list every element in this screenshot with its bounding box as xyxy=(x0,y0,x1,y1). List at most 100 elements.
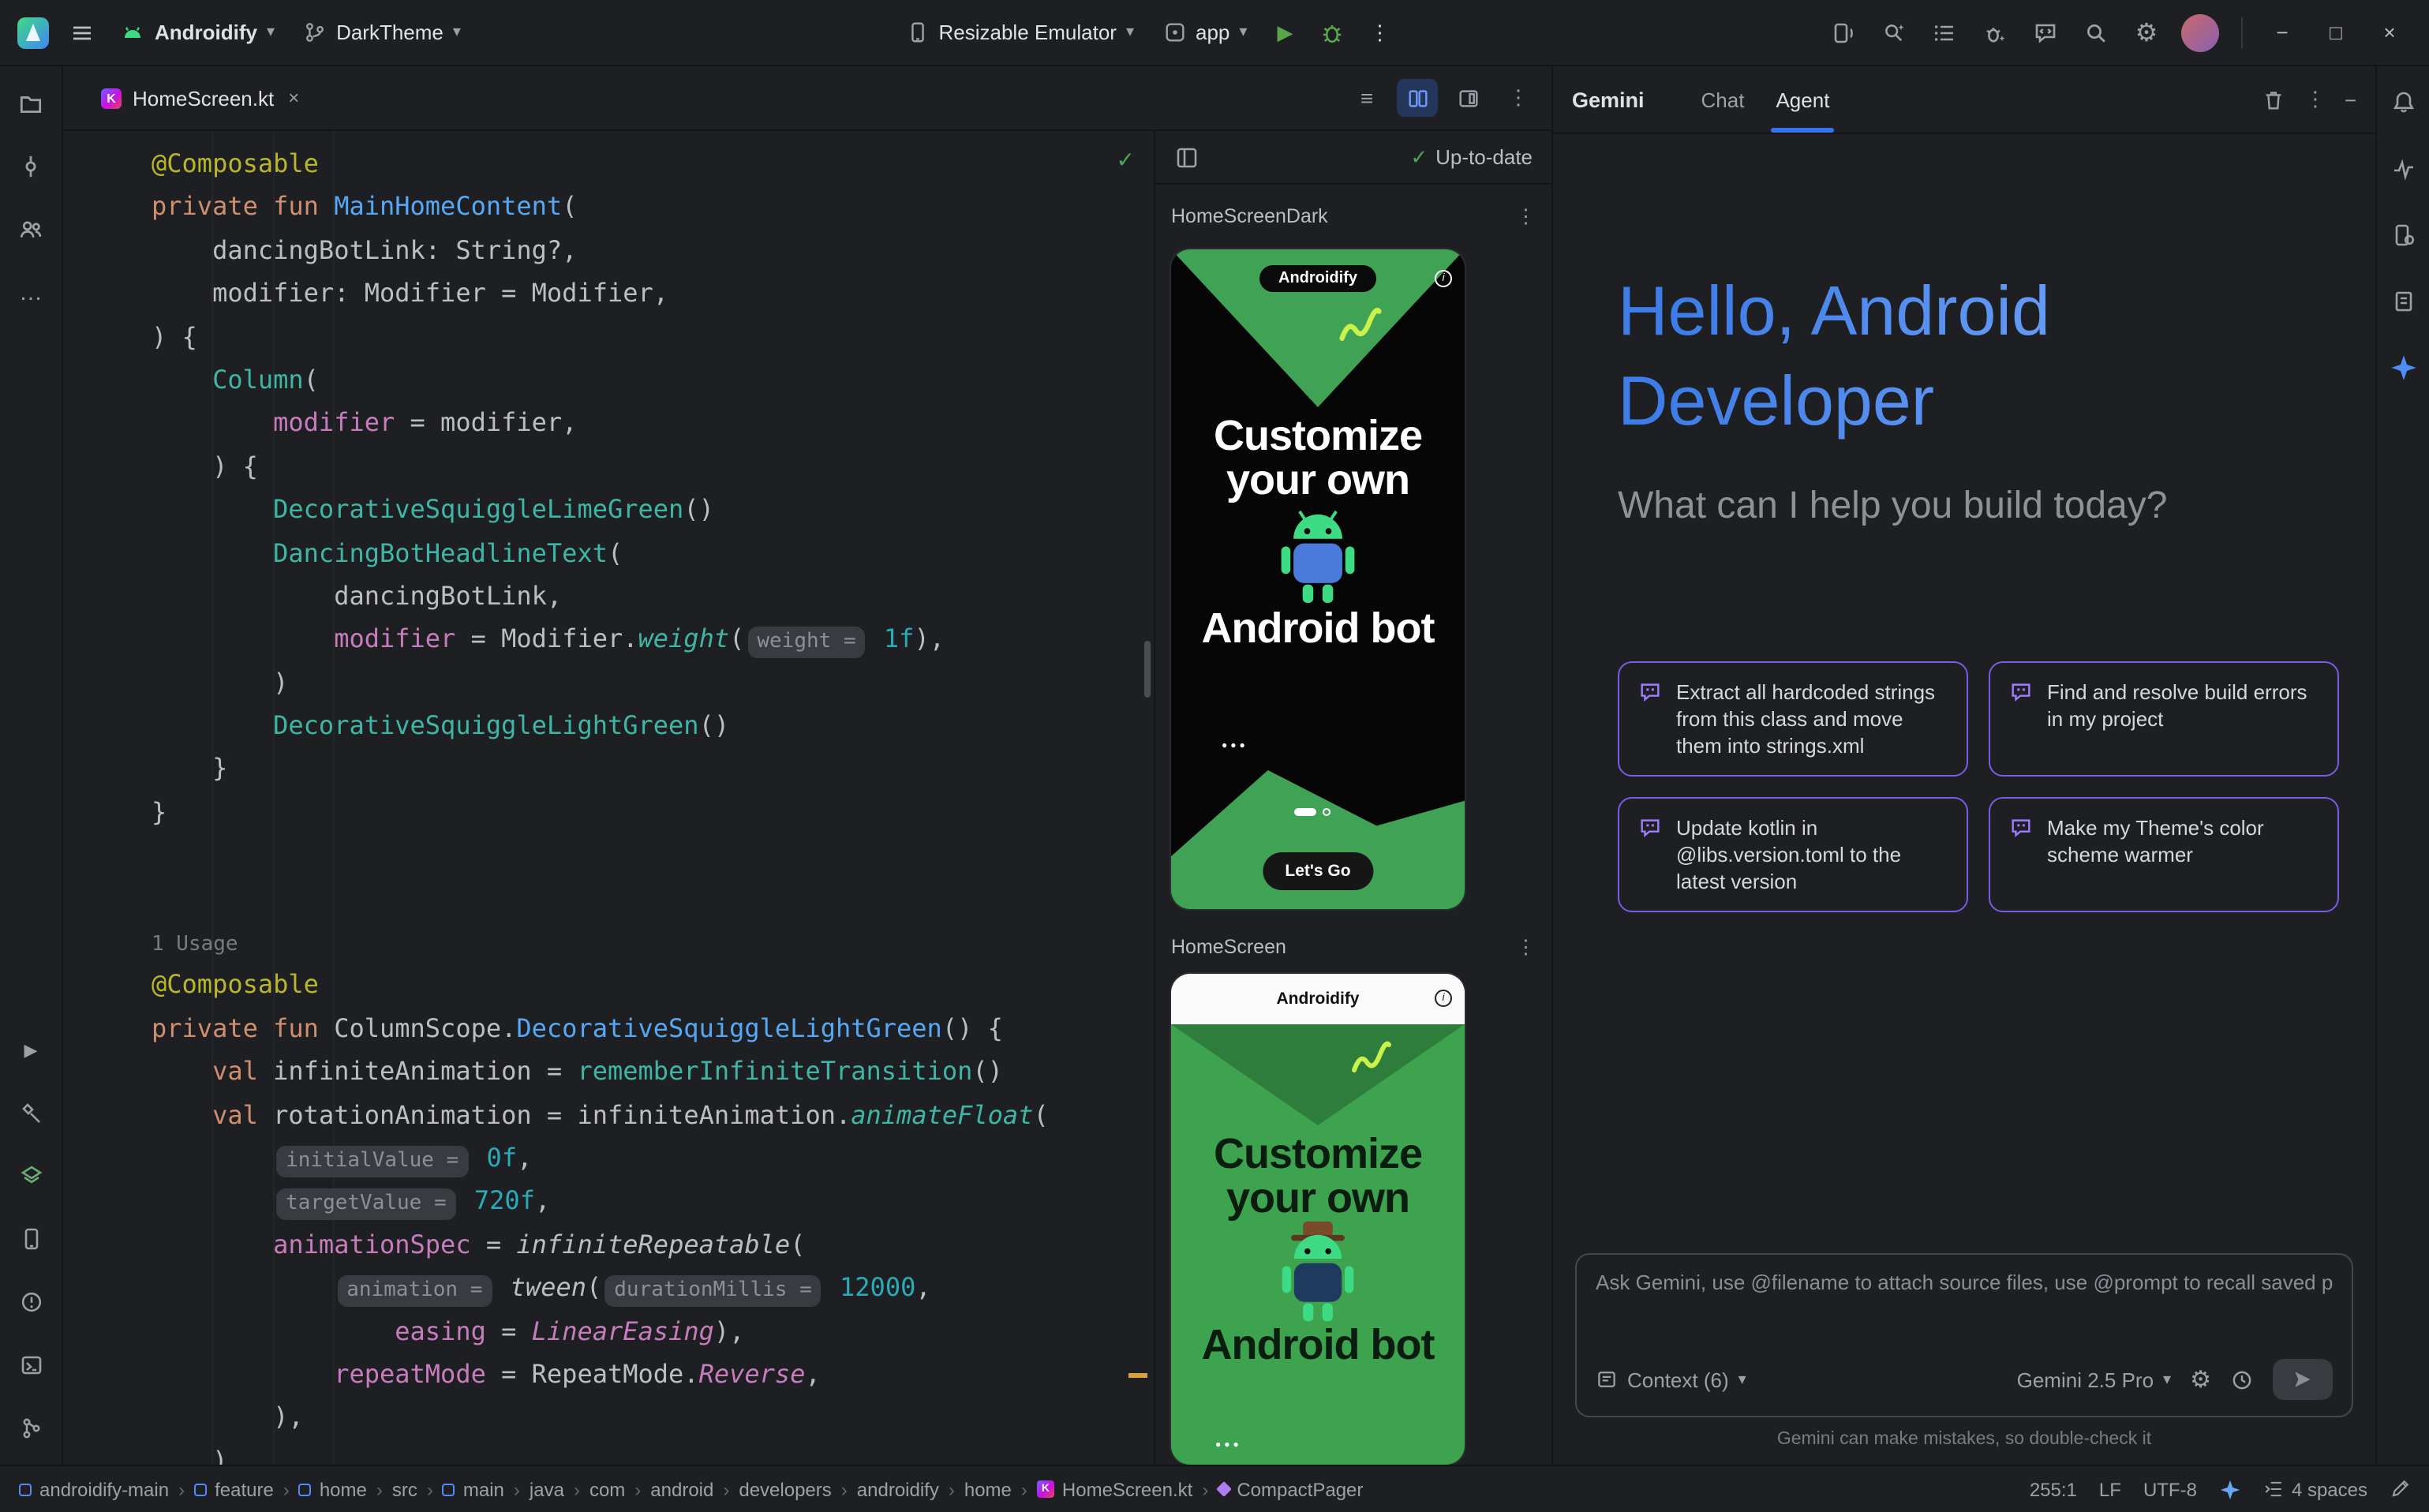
right-toolwindow-bar xyxy=(2375,66,2429,1465)
ai-search-button[interactable] xyxy=(1872,10,1916,54)
debug-button[interactable] xyxy=(1310,10,1354,54)
editor-view-toggles: ≡ ⋮ xyxy=(1346,79,1539,117)
terminal-tool-button[interactable] xyxy=(10,1345,51,1386)
breadcrumb-item[interactable]: home xyxy=(299,1478,367,1500)
edit-mode-icon[interactable] xyxy=(2390,1479,2410,1499)
suggestion-text: Make my Theme's color scheme warmer xyxy=(2047,814,2319,868)
preview-more-button[interactable]: ⋮ xyxy=(1516,934,1536,958)
split-view-button[interactable] xyxy=(1397,79,1438,117)
tab-close-icon[interactable]: × xyxy=(288,87,299,109)
window-minimize-button[interactable]: − xyxy=(2259,10,2306,54)
breadcrumb-item[interactable]: CompactPager xyxy=(1218,1478,1363,1500)
breadcrumb-item[interactable]: main xyxy=(443,1478,504,1500)
code-view-button[interactable]: ≡ xyxy=(1346,79,1387,117)
collaboration-tool-button[interactable] xyxy=(10,208,51,249)
breadcrumb-item[interactable]: com xyxy=(589,1478,625,1500)
tab-agent[interactable]: Agent xyxy=(1760,66,1845,133)
prompt-input[interactable]: Ask Gemini, use @filename to attach sour… xyxy=(1575,1253,2353,1417)
device-manager-tool-button[interactable] xyxy=(10,1218,51,1259)
phone-preview-light[interactable]: Androidify i Customizeyour own xyxy=(1171,974,1465,1465)
gemini-suggestion-card[interactable]: Make my Theme's color scheme warmer xyxy=(1989,797,2339,912)
more-run-actions-button[interactable]: ⋮ xyxy=(1357,10,1402,54)
problems-tool-button[interactable] xyxy=(10,1282,51,1323)
debug-assist-button[interactable] xyxy=(1973,10,2017,54)
breadcrumb-item[interactable]: KHomeScreen.kt xyxy=(1037,1478,1192,1500)
preview-layout-icon[interactable] xyxy=(1174,144,1200,170)
breadcrumb-item[interactable]: home xyxy=(964,1478,1012,1500)
device-selector[interactable]: Resizable Emulator ▾ xyxy=(893,14,1147,51)
project-tool-button[interactable] xyxy=(10,82,51,123)
model-label: Gemini 2.5 Pro xyxy=(2017,1368,2154,1391)
more-tools-button[interactable]: … xyxy=(10,271,51,313)
lets-go-button[interactable]: Let's Go xyxy=(1263,852,1372,890)
code-editor[interactable]: @Composableprivate fun MainHomeContent( … xyxy=(63,131,1154,1465)
profiler-button[interactable] xyxy=(2382,148,2423,189)
search-everywhere-button[interactable] xyxy=(2074,10,2118,54)
design-view-button[interactable] xyxy=(1447,79,1488,117)
history-clock-icon[interactable] xyxy=(2230,1368,2254,1391)
ai-spark-icon[interactable] xyxy=(2219,1478,2241,1500)
device-mirroring-button[interactable] xyxy=(1821,10,1866,54)
preview-more-button[interactable]: ⋮ xyxy=(1516,204,1536,227)
breadcrumb-item[interactable]: android xyxy=(650,1478,713,1500)
run-config-selector[interactable]: app ▾ xyxy=(1150,14,1259,51)
android-icon xyxy=(120,20,145,45)
gemini-suggestion-card[interactable]: Extract all hardcoded strings from this … xyxy=(1618,661,1968,777)
vcs-branch-selector[interactable]: DarkTheme ▾ xyxy=(290,14,473,51)
gemini-suggestion-card[interactable]: Update kotlin in @libs.version.toml to t… xyxy=(1618,797,1968,912)
gemini-suggestion-card[interactable]: Find and resolve build errors in my proj… xyxy=(1989,661,2339,777)
breadcrumb-item[interactable]: androidify xyxy=(857,1478,939,1500)
send-button[interactable] xyxy=(2273,1359,2333,1400)
context-chip[interactable]: Context (6) ▾ xyxy=(1596,1368,1746,1391)
editor-more-button[interactable]: ⋮ xyxy=(1498,79,1539,117)
panel-more-button[interactable]: ⋮ xyxy=(2305,87,2326,112)
indent-config[interactable]: 4 spaces xyxy=(2263,1478,2367,1500)
run-button[interactable]: ▶ xyxy=(1263,10,1307,54)
task-list-button[interactable] xyxy=(1922,10,1967,54)
tab-chat[interactable]: Chat xyxy=(1686,66,1761,133)
phone-icon xyxy=(18,1226,43,1252)
gemini-body: Hello, AndroidDeveloper What can I help … xyxy=(1553,134,2375,1465)
user-avatar[interactable] xyxy=(2181,13,2219,51)
editor-tab[interactable]: K HomeScreen.kt × xyxy=(85,66,315,129)
send-icon xyxy=(2292,1368,2314,1390)
logcat-button[interactable] xyxy=(2382,281,2423,322)
breadcrumb-item[interactable]: developers xyxy=(739,1478,831,1500)
run-tool-button[interactable]: ▶ xyxy=(10,1029,51,1070)
line-separator[interactable]: LF xyxy=(2099,1478,2121,1500)
gemini-tool-button[interactable] xyxy=(2382,347,2423,388)
hammer-icon xyxy=(18,1100,43,1125)
code-chat-button[interactable] xyxy=(2023,10,2068,54)
window-maximize-button[interactable]: □ xyxy=(2312,10,2360,54)
breadcrumb-label: src xyxy=(392,1478,417,1500)
caret-position[interactable]: 255:1 xyxy=(2030,1478,2077,1500)
build-tool-button[interactable] xyxy=(10,1092,51,1133)
suggestion-text: Update kotlin in @libs.version.toml to t… xyxy=(1676,814,1948,895)
window-close-button[interactable]: × xyxy=(2366,10,2413,54)
breadcrumb: androidify-main›feature›home›src›main›ja… xyxy=(19,1478,2030,1500)
version-control-tool-button[interactable] xyxy=(10,1408,51,1449)
inspections-status-icon[interactable]: ✓ xyxy=(1117,147,1135,174)
editor-scrollbar-thumb[interactable] xyxy=(1144,641,1151,698)
breadcrumb-item[interactable]: java xyxy=(530,1478,564,1500)
main-menu-button[interactable] xyxy=(60,10,104,54)
folder-icon xyxy=(17,89,44,116)
breadcrumb-item[interactable]: feature xyxy=(194,1478,274,1500)
breadcrumb-item[interactable]: androidify-main xyxy=(19,1478,169,1500)
panel-hide-button[interactable]: − xyxy=(2345,88,2356,111)
prompt-settings-button[interactable]: ⚙ xyxy=(2190,1365,2211,1394)
notifications-button[interactable] xyxy=(2382,82,2423,123)
settings-button[interactable]: ⚙ xyxy=(2124,10,2169,54)
device-explorer-button[interactable] xyxy=(2382,215,2423,256)
phone-preview-dark[interactable]: Androidify i Customizeyour own xyxy=(1171,249,1465,909)
trash-icon[interactable] xyxy=(2262,88,2286,111)
preview-build-status[interactable]: ✓ Up-to-date xyxy=(1410,144,1533,170)
commit-tool-button[interactable] xyxy=(10,145,51,186)
headline-text: Android bot xyxy=(1171,1323,1465,1367)
project-selector[interactable]: Androidify ▾ xyxy=(107,13,287,51)
file-encoding[interactable]: UTF-8 xyxy=(2143,1478,2197,1500)
model-selector[interactable]: Gemini 2.5 Pro ▾ xyxy=(2017,1368,2171,1391)
packages-tool-button[interactable] xyxy=(10,1155,51,1196)
breadcrumb-item[interactable]: src xyxy=(392,1478,417,1500)
editor-split: @Composableprivate fun MainHomeContent( … xyxy=(63,131,1551,1465)
